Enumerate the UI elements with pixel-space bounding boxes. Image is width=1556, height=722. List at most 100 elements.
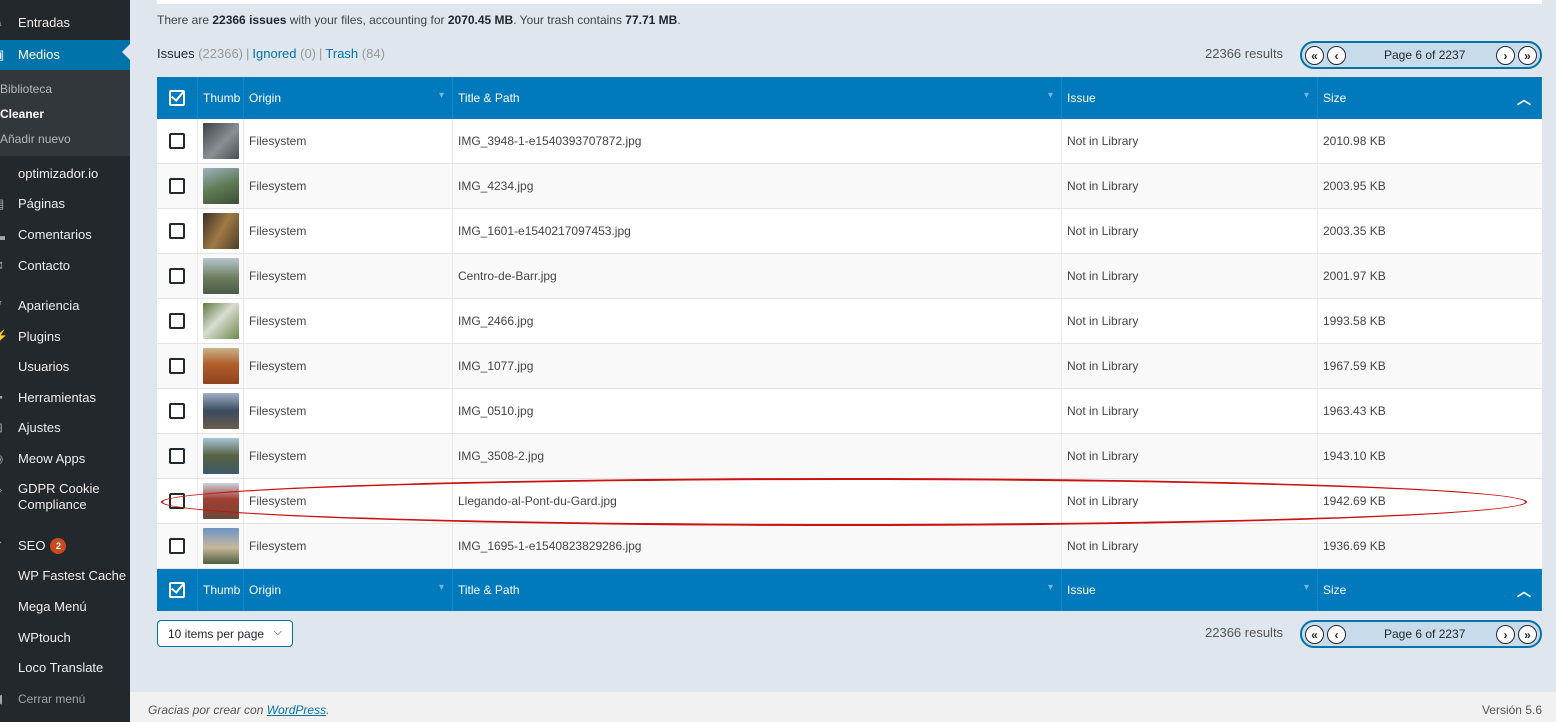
- col-origin[interactable]: Origin ▾: [244, 569, 453, 611]
- row-checkbox[interactable]: [169, 178, 185, 194]
- path-cell: IMG_2466.jpg: [453, 299, 1062, 343]
- sidebar-item-medios[interactable]: ▣Medios: [0, 40, 130, 70]
- row-checkbox[interactable]: [169, 268, 185, 284]
- chevron-down-icon: ▾: [1303, 582, 1309, 593]
- origin-cell: Filesystem: [244, 119, 453, 163]
- sidebar-item-plugins[interactable]: ⚡ Plugins: [0, 328, 130, 346]
- collapse-menu-button[interactable]: ◀Cerrar menú: [0, 690, 130, 708]
- row-checkbox[interactable]: [169, 133, 185, 149]
- row-checkbox[interactable]: [169, 403, 185, 419]
- col-issue[interactable]: Issue ▾: [1062, 569, 1318, 611]
- path-cell: Centro-de-Barr.jpg: [453, 254, 1062, 298]
- sidebar-item-entradas[interactable]: ✎Entradas: [0, 14, 130, 32]
- tab-issues[interactable]: Issues: [157, 46, 195, 61]
- sidebar-item-herramientas[interactable]: ✚Herramientas: [0, 389, 130, 407]
- comment-icon: ▬: [0, 226, 10, 244]
- path-cell: IMG_1601-e1540217097453.jpg: [453, 209, 1062, 253]
- thumbnail-image[interactable]: [202, 483, 239, 519]
- thumbnail-image[interactable]: [202, 168, 239, 204]
- sidebar-item-meow-apps[interactable]: ◉Meow Apps: [0, 450, 130, 468]
- last-page-button[interactable]: »: [1518, 46, 1537, 65]
- issue-cell: Not in Library: [1062, 164, 1318, 208]
- wordpress-link[interactable]: WordPress: [267, 703, 326, 717]
- thumbnail-image[interactable]: [202, 123, 239, 159]
- thumbnail-image[interactable]: [202, 258, 239, 294]
- table-row: Filesystem Llegando-al-Pont-du-Gard.jpg …: [157, 479, 1542, 524]
- row-checkbox[interactable]: [169, 223, 185, 239]
- first-page-button[interactable]: «: [1305, 46, 1324, 65]
- chevron-down-icon: ▾: [438, 90, 444, 101]
- origin-cell: Filesystem: [244, 299, 453, 343]
- page-icon: ▤: [0, 195, 10, 213]
- thumbnail-image[interactable]: [202, 303, 239, 339]
- submenu-cleaner[interactable]: Cleaner: [0, 107, 44, 121]
- path-cell: IMG_1695-1-e1540823829286.jpg: [453, 524, 1062, 568]
- row-checkbox[interactable]: [169, 358, 185, 374]
- thumbnail-image[interactable]: [202, 438, 239, 474]
- sidebar-item-gdpr[interactable]: ◈ GDPR CookieCompliance: [0, 481, 130, 515]
- size-cell: 1993.58 KB: [1323, 314, 1386, 328]
- tab-trash[interactable]: Trash: [325, 46, 358, 61]
- sidebar-item-contacto[interactable]: ✉Contacto: [0, 257, 130, 275]
- medios-submenu: Biblioteca Cleaner Añadir nuevo: [0, 70, 130, 156]
- pin-icon: ✎: [0, 14, 10, 32]
- table-row: Filesystem Centro-de-Barr.jpg Not in Lib…: [157, 254, 1542, 299]
- gauge-icon: ◔: [0, 165, 10, 183]
- path-cell: Llegando-al-Pont-du-Gard.jpg: [453, 479, 1062, 523]
- chevron-up-icon: ︿: [1517, 583, 1531, 599]
- items-per-page-select[interactable]: 10 items per page ⌵: [157, 620, 293, 647]
- collapse-icon: ◀: [0, 690, 10, 708]
- submenu-biblioteca[interactable]: Biblioteca: [0, 82, 52, 96]
- row-checkbox[interactable]: [169, 538, 185, 554]
- sidebar-item-wptouch[interactable]: ▮WPtouch: [0, 629, 130, 647]
- thumbnail-image[interactable]: [202, 348, 239, 384]
- next-page-button[interactable]: ›: [1496, 625, 1515, 644]
- thumbnail-image[interactable]: [202, 393, 239, 429]
- col-size[interactable]: Size ︿: [1318, 569, 1542, 611]
- chevron-down-icon: ▾: [1047, 582, 1053, 593]
- chevron-up-icon: ︿: [1517, 91, 1531, 107]
- sidebar-item-ajustes[interactable]: ⊞Ajustes: [0, 419, 130, 437]
- sidebar-item-comentarios[interactable]: ▬Comentarios: [0, 226, 130, 244]
- thumbnail-image[interactable]: [202, 528, 239, 564]
- sidebar-item-apariencia[interactable]: ✐Apariencia: [0, 297, 130, 315]
- col-origin[interactable]: Origin ▾: [244, 77, 453, 119]
- row-checkbox[interactable]: [169, 448, 185, 464]
- col-issue[interactable]: Issue ▾: [1062, 77, 1318, 119]
- row-checkbox[interactable]: [169, 493, 185, 509]
- sidebar-item-loco-translate[interactable]: ▮Loco Translate: [0, 659, 130, 677]
- sidebar-item-usuarios[interactable]: ●Usuarios: [0, 358, 130, 376]
- last-page-button[interactable]: »: [1518, 625, 1537, 644]
- sidebar-item-mega-menu[interactable]: ◐Mega Menú: [0, 598, 130, 616]
- origin-cell: Filesystem: [244, 209, 453, 253]
- select-all-checkbox[interactable]: [157, 77, 198, 119]
- next-page-button[interactable]: ›: [1496, 46, 1515, 65]
- origin-cell: Filesystem: [244, 164, 453, 208]
- main-content: There are 22366 issues with your files, …: [130, 0, 1556, 692]
- seo-badge: 2: [50, 538, 67, 554]
- tab-ignored[interactable]: Ignored: [252, 46, 296, 61]
- prev-page-button[interactable]: ‹: [1327, 46, 1346, 65]
- origin-cell: Filesystem: [244, 344, 453, 388]
- issue-cell: Not in Library: [1062, 434, 1318, 478]
- table-row: Filesystem IMG_3508-2.jpg Not in Library…: [157, 434, 1542, 479]
- issue-cell: Not in Library: [1062, 389, 1318, 433]
- col-size[interactable]: Size ︿: [1318, 77, 1542, 119]
- pagination-bottom: « ‹ Page 6 of 2237 › »: [1300, 620, 1542, 648]
- sidebar-item-optimizador[interactable]: ◔optimizador.io: [0, 165, 130, 183]
- thumbnail-image[interactable]: [202, 213, 239, 249]
- issues-summary: There are 22366 issues with your files, …: [157, 13, 681, 27]
- chevron-down-icon: ▾: [438, 582, 444, 593]
- submenu-anadir-nuevo[interactable]: Añadir nuevo: [0, 132, 71, 146]
- select-all-checkbox-bottom[interactable]: [157, 569, 198, 611]
- checkbox-checked-icon: [169, 582, 185, 598]
- prev-page-button[interactable]: ‹: [1327, 625, 1346, 644]
- col-title-path[interactable]: Title & Path ▾: [453, 569, 1062, 611]
- row-checkbox[interactable]: [169, 313, 185, 329]
- size-cell: 1942.69 KB: [1323, 494, 1386, 508]
- col-title-path[interactable]: Title & Path ▾: [453, 77, 1062, 119]
- sidebar-item-paginas[interactable]: ▤Páginas: [0, 195, 130, 213]
- sidebar-item-seo[interactable]: ✔SEO2: [0, 537, 130, 555]
- first-page-button[interactable]: «: [1305, 625, 1324, 644]
- sidebar-item-wp-fastest-cache[interactable]: ◗WP Fastest Cache: [0, 567, 130, 585]
